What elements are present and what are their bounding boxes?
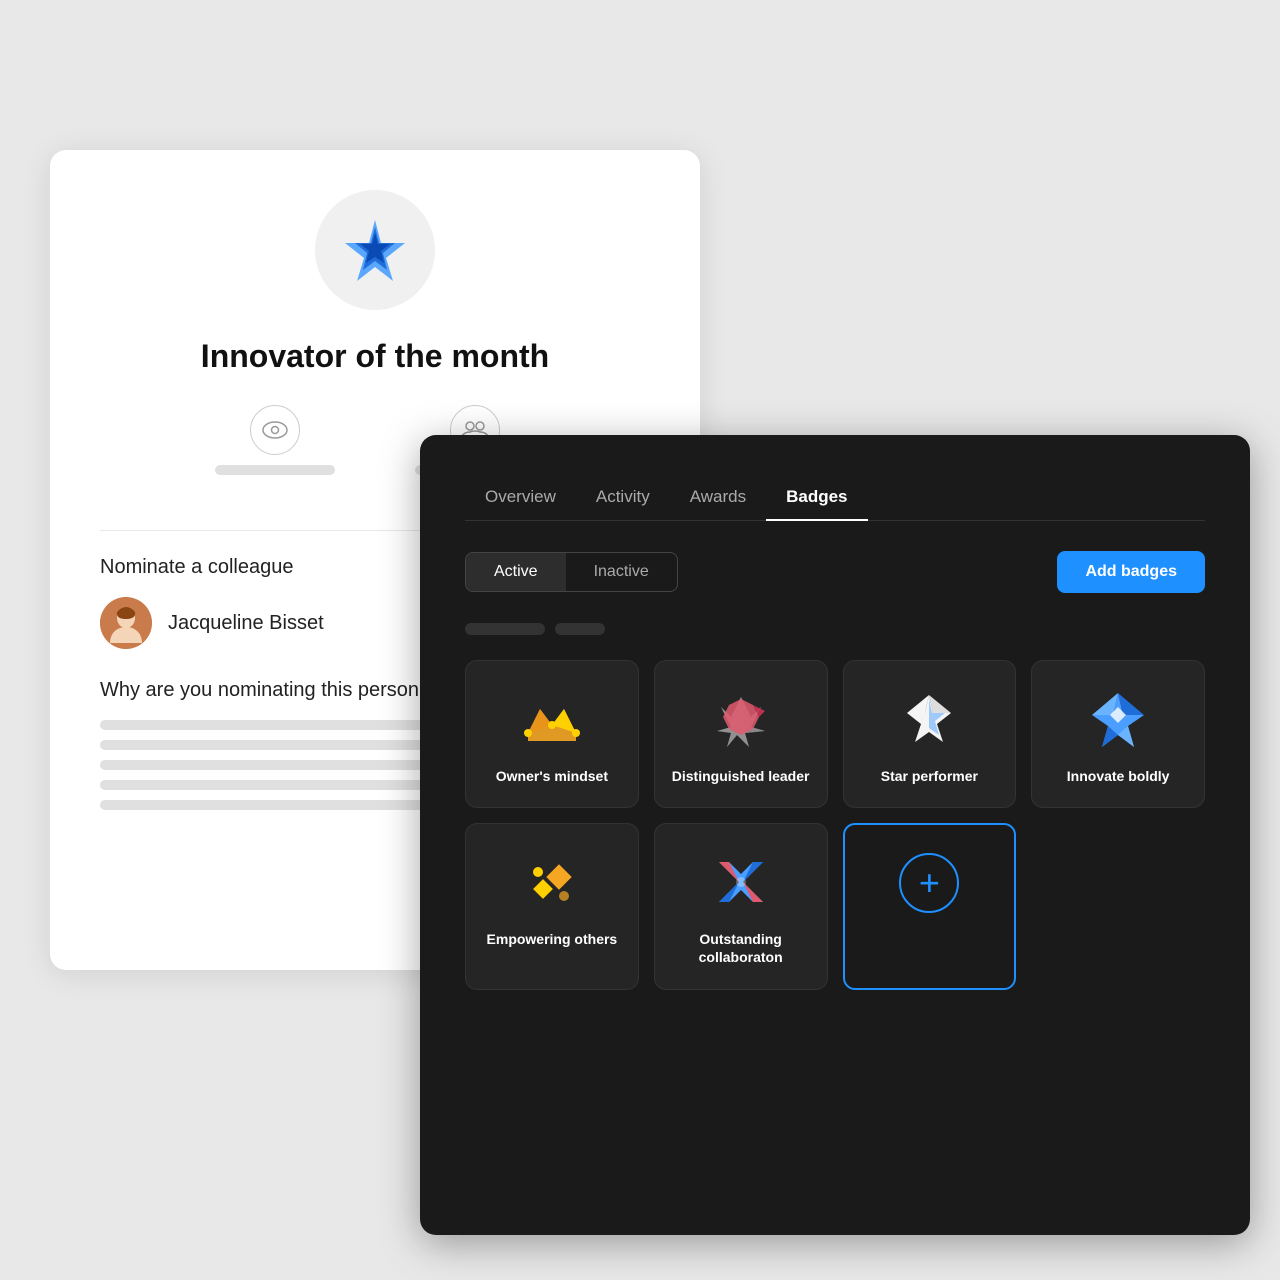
arrows-cross-icon (709, 852, 773, 916)
person-name: Jacqueline Bisset (168, 612, 324, 635)
badge-innovate-boldly[interactable]: Innovate boldly (1031, 660, 1205, 808)
tab-overview[interactable]: Overview (465, 475, 576, 521)
card-top: Innovator of the month (100, 190, 650, 475)
person-avatar (100, 597, 152, 649)
inactive-toggle[interactable]: Inactive (566, 553, 677, 591)
badge-empowering-others[interactable]: Empowering others (465, 823, 639, 989)
tab-badges[interactable]: Badges (766, 475, 867, 521)
badge-outstanding-collaboraton[interactable]: Outstanding collaboraton (654, 823, 828, 989)
card-title: Innovator of the month (201, 338, 549, 375)
tab-activity[interactable]: Activity (576, 475, 670, 521)
toggle-group: Active Inactive (465, 552, 678, 592)
badge-star-performer[interactable]: Star performer (843, 660, 1017, 808)
badge-owners-mindset[interactable]: Owner's mindset (465, 660, 639, 808)
badge-label: Star performer (881, 767, 978, 785)
badge-label: Innovate boldly (1067, 767, 1170, 785)
card-icon-eye (215, 405, 335, 475)
tabs-row: Overview Activity Awards Badges (465, 475, 1205, 521)
controls-row: Active Inactive Add badges (465, 551, 1205, 593)
badge-label: Distinguished leader (672, 767, 810, 785)
star-burst-icon (897, 689, 961, 753)
badge-avatar-circle (315, 190, 435, 310)
eye-bar (215, 465, 335, 475)
badge-label: Outstanding collaboraton (671, 930, 811, 966)
dark-card: Overview Activity Awards Badges Active I… (420, 435, 1250, 1235)
main-star-icon (340, 215, 410, 285)
snowflake-icon (1086, 689, 1150, 753)
active-toggle[interactable]: Active (466, 553, 566, 591)
badge-distinguished-leader[interactable]: Distinguished leader (654, 660, 828, 808)
crown-icon (520, 689, 584, 753)
badge-label: Owner's mindset (496, 767, 608, 785)
badge-label: Empowering others (487, 930, 618, 948)
eye-icon (250, 405, 300, 455)
text-line-5 (100, 800, 430, 810)
diamond-icon (520, 852, 584, 916)
filter-pills (465, 623, 1205, 635)
add-icon: + (899, 853, 959, 913)
badge-add-card[interactable]: + (843, 823, 1017, 989)
tab-awards[interactable]: Awards (670, 475, 766, 521)
badges-grid: Owner's mindset Distinguished leader (465, 660, 1205, 990)
filter-pill-2 (555, 623, 605, 635)
star-arrow-icon (709, 689, 773, 753)
filter-pill-1 (465, 623, 545, 635)
add-badges-button[interactable]: Add badges (1057, 551, 1205, 593)
